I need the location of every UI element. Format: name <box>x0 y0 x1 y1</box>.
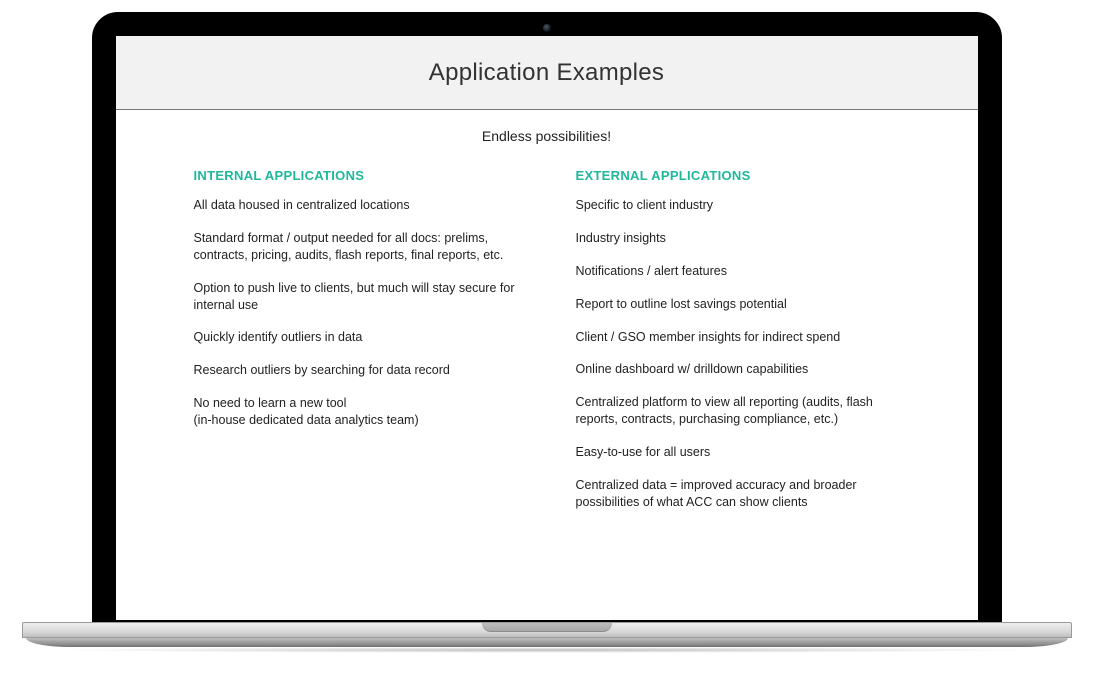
list-item: Standard format / output needed for all … <box>194 230 526 264</box>
laptop-notch <box>482 623 612 632</box>
list-item: Report to outline lost savings potential <box>576 296 908 313</box>
page-title: Application Examples <box>429 59 664 87</box>
columns: INTERNAL APPLICATIONS All data housed in… <box>116 168 978 527</box>
laptop-base-top <box>22 622 1072 638</box>
internal-column: INTERNAL APPLICATIONS All data housed in… <box>194 168 526 527</box>
list-item: No need to learn a new tool(in-house ded… <box>194 395 526 429</box>
laptop-shadow <box>48 647 1046 653</box>
screen-bezel: Application Examples Endless possibiliti… <box>92 12 1002 622</box>
header-bar: Application Examples <box>116 36 978 110</box>
list-item: Client / GSO member insights for indirec… <box>576 329 908 346</box>
list-item: Option to push live to clients, but much… <box>194 280 526 314</box>
list-item: Notifications / alert features <box>576 263 908 280</box>
subtitle: Endless possibilities! <box>116 128 978 144</box>
external-column: EXTERNAL APPLICATIONS Specific to client… <box>576 168 908 527</box>
laptop-mockup: Application Examples Endless possibiliti… <box>22 12 1072 652</box>
list-item: Industry insights <box>576 230 908 247</box>
laptop-base <box>22 622 1072 652</box>
internal-heading: INTERNAL APPLICATIONS <box>194 168 526 183</box>
laptop-base-bottom <box>26 638 1068 647</box>
screen: Application Examples Endless possibiliti… <box>116 36 978 620</box>
list-item: Centralized data = improved accuracy and… <box>576 477 908 511</box>
list-item: Easy-to-use for all users <box>576 444 908 461</box>
list-item: Research outliers by searching for data … <box>194 362 526 379</box>
list-item: Quickly identify outliers in data <box>194 329 526 346</box>
list-item: Online dashboard w/ drilldown capabiliti… <box>576 361 908 378</box>
external-heading: EXTERNAL APPLICATIONS <box>576 168 908 183</box>
camera-icon <box>543 24 551 32</box>
list-item: Specific to client industry <box>576 197 908 214</box>
list-item: All data housed in centralized locations <box>194 197 526 214</box>
list-item: Centralized platform to view all reporti… <box>576 394 908 428</box>
